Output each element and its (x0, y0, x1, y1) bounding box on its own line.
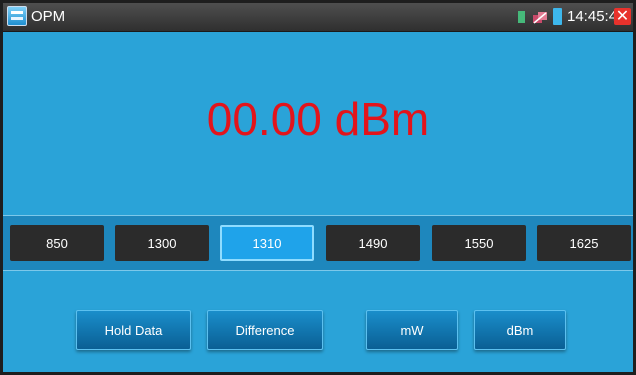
wavelength-1310-button[interactable]: 1310 (220, 225, 314, 261)
wavelength-1625-button[interactable]: 1625 (537, 225, 631, 261)
wavelength-selector: 850 1300 1310 1490 1550 1625 (3, 215, 633, 271)
battery-icon (553, 8, 562, 25)
close-icon[interactable]: ✕ (614, 8, 631, 25)
wavelength-1490-button[interactable]: 1490 (326, 225, 420, 261)
dbm-unit-button[interactable]: dBm (474, 310, 566, 350)
app-title: OPM (31, 8, 66, 25)
wavelength-1300-button[interactable]: 1300 (115, 225, 209, 261)
mw-unit-button[interactable]: mW (366, 310, 458, 350)
difference-button[interactable]: Difference (207, 310, 323, 350)
sd-card-icon (518, 11, 525, 23)
wavelength-1550-button[interactable]: 1550 (432, 225, 526, 261)
hold-data-button[interactable]: Hold Data (76, 310, 191, 350)
app-icon (7, 6, 27, 26)
wavelength-850-button[interactable]: 850 (10, 225, 104, 261)
opm-window: OPM 14:45:41 ✕ 00.00 dBm 850 1300 1310 1… (3, 3, 633, 372)
title-bar: OPM 14:45:41 ✕ (3, 3, 633, 32)
network-status-icon (533, 11, 547, 24)
power-reading: 00.00 dBm (206, 93, 430, 145)
